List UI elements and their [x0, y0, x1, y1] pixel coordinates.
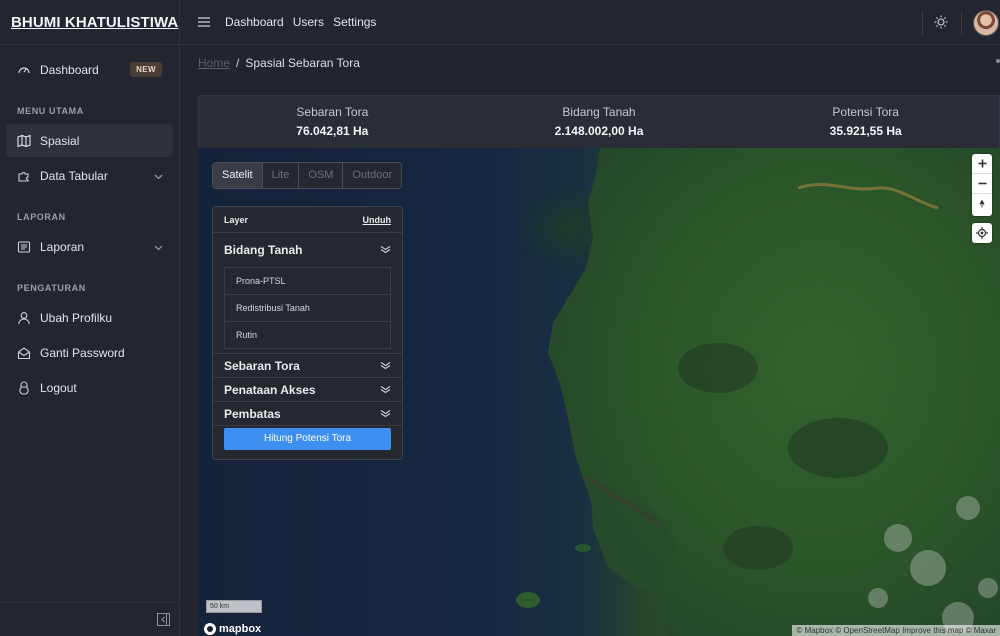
- layer-group-pembatas[interactable]: Pembatas: [213, 402, 402, 426]
- minus-icon: [978, 182, 986, 185]
- breadcrumb-home-link[interactable]: Home: [198, 56, 230, 70]
- basemap-outdoor-button[interactable]: Outdoor: [343, 163, 401, 188]
- breadcrumb-current: Spasial Sebaran Tora: [245, 56, 360, 70]
- compass-button[interactable]: [972, 194, 992, 214]
- compass-icon: [979, 199, 985, 209]
- chevron-down-icon: [154, 170, 163, 184]
- sidebar-item-label: Dashboard: [40, 62, 99, 77]
- sidebar-item-ubah-profil[interactable]: Ubah Profilku: [6, 301, 173, 334]
- report-icon: [17, 240, 31, 254]
- double-chevron-down-icon: [380, 405, 391, 423]
- layer-group-label: Pembatas: [224, 406, 281, 421]
- mapbox-logo[interactable]: mapbox: [204, 623, 261, 635]
- map-scale-bar: 50 km: [206, 600, 262, 613]
- map-icon: [17, 134, 31, 148]
- basemap-switcher: Satelit Lite OSM Outdoor: [212, 162, 403, 189]
- stat-bidang-tanah: Bidang Tanah 2.148.002,00 Ha: [466, 96, 733, 148]
- section-label-laporan: LAPORAN: [17, 212, 66, 222]
- layer-panel-title: Layer: [224, 214, 249, 225]
- layer-item-prona-ptsl[interactable]: Prona-PTSL: [225, 267, 390, 294]
- layer-panel-header: Layer Unduh: [213, 207, 402, 233]
- mapbox-logo-text: mapbox: [219, 623, 262, 635]
- sidebar-item-spasial[interactable]: Spasial: [6, 124, 173, 157]
- new-badge: NEW: [130, 62, 162, 77]
- breadcrumb: Home / Spasial Sebaran Tora: [180, 45, 1000, 81]
- topbar: Dashboard Users Settings: [180, 0, 1000, 45]
- sidebar-footer: [0, 602, 180, 636]
- sidebar-item-data-tabular[interactable]: Data Tabular: [6, 159, 173, 192]
- basemap-satelit-button[interactable]: Satelit: [213, 163, 263, 188]
- top-nav-dashboard[interactable]: Dashboard: [225, 15, 284, 29]
- sidebar: BHUMI KHATULISTIWA Dashboard NEW MENU UT…: [0, 0, 180, 636]
- satellite-map[interactable]: Satelit Lite OSM Outdoor Layer Unduh Bid…: [198, 148, 1000, 636]
- breadcrumb-separator: /: [236, 56, 240, 70]
- geolocate-button[interactable]: [972, 223, 992, 243]
- speedometer-icon: [17, 63, 31, 77]
- sidebar-item-label: Data Tabular: [40, 168, 108, 183]
- stat-value: 76.042,81 Ha: [296, 124, 369, 138]
- layer-group-penataan-akses[interactable]: Penataan Akses: [213, 378, 402, 402]
- puzzle-icon: [17, 169, 31, 183]
- layer-group-label: Bidang Tanah: [224, 243, 303, 257]
- sidebar-item-dashboard[interactable]: Dashboard NEW: [6, 53, 173, 86]
- brand-title[interactable]: BHUMI KHATULISTIWA: [11, 14, 178, 31]
- double-chevron-down-icon: [380, 357, 391, 375]
- layer-group-label: Sebaran Tora: [224, 358, 300, 373]
- stat-value: 2.148.002,00 Ha: [554, 124, 644, 138]
- stat-value: 35.921,55 Ha: [829, 124, 902, 138]
- stat-label: Potensi Tora: [832, 105, 899, 119]
- hitung-potensi-tora-button[interactable]: Hitung Potensi Tora: [224, 428, 391, 450]
- sidebar-item-logout[interactable]: Logout: [6, 371, 173, 404]
- stat-label: Sebaran Tora: [296, 105, 369, 119]
- sidebar-item-label: Spasial: [40, 133, 80, 148]
- top-nav-users[interactable]: Users: [293, 15, 324, 29]
- stats-bar: Sebaran Tora 76.042,81 Ha Bidang Tanah 2…: [198, 95, 1000, 148]
- topbar-divider: [922, 11, 923, 35]
- layer-item-rutin[interactable]: Rutin: [225, 321, 390, 348]
- geolocate-icon: [976, 227, 988, 239]
- zoom-out-button[interactable]: [972, 174, 992, 194]
- top-nav-settings[interactable]: Settings: [333, 15, 376, 29]
- mapbox-logo-icon: [204, 623, 216, 635]
- layer-panel: Layer Unduh Bidang Tanah Prona-PTSL Redi…: [212, 206, 403, 460]
- stat-label: Bidang Tanah: [562, 105, 636, 119]
- layer-group-sebaran-tora[interactable]: Sebaran Tora: [213, 354, 402, 378]
- sun-icon[interactable]: [934, 15, 948, 29]
- brand[interactable]: BHUMI KHATULISTIWA: [0, 0, 179, 45]
- envelope-open-icon: [17, 346, 31, 360]
- zoom-in-button[interactable]: [972, 154, 992, 174]
- avatar[interactable]: [973, 10, 999, 36]
- section-label-pengaturan: PENGATURAN: [17, 283, 86, 293]
- collapse-sidebar-icon[interactable]: [157, 613, 170, 626]
- map-attribution[interactable]: © Mapbox © OpenStreetMap Improve this ma…: [792, 625, 1000, 636]
- topbar-divider: [961, 11, 962, 35]
- hamburger-menu-icon[interactable]: [198, 16, 210, 28]
- stat-sebaran-tora: Sebaran Tora 76.042,81 Ha: [199, 96, 466, 148]
- layer-group-label: Penataan Akses: [224, 382, 316, 397]
- user-icon: [17, 311, 31, 325]
- sidebar-item-label: Logout: [40, 380, 77, 395]
- sidebar-item-label: Ganti Password: [40, 345, 125, 360]
- double-chevron-down-icon: [380, 381, 391, 399]
- sublist-box: Prona-PTSL Redistribusi Tanah Rutin: [224, 267, 391, 349]
- chevron-down-icon: [154, 241, 163, 255]
- basemap-osm-button[interactable]: OSM: [299, 163, 344, 188]
- bidang-tanah-sublist: Prona-PTSL Redistribusi Tanah Rutin: [213, 267, 402, 354]
- more-icon[interactable]: [996, 59, 1000, 63]
- layer-item-redistribusi-tanah[interactable]: Redistribusi Tanah: [225, 294, 390, 321]
- zoom-controls: [972, 154, 992, 216]
- sidebar-item-label: Ubah Profilku: [40, 310, 113, 325]
- lock-icon: [17, 381, 31, 395]
- double-chevron-up-icon: [380, 241, 391, 259]
- plus-icon: [978, 159, 986, 168]
- download-link[interactable]: Unduh: [363, 215, 392, 225]
- sidebar-item-ganti-password[interactable]: Ganti Password: [6, 336, 173, 369]
- section-label-menu-utama: MENU UTAMA: [17, 106, 84, 116]
- sidebar-nav: Dashboard NEW MENU UTAMA Spasial Data Ta…: [0, 45, 179, 404]
- stat-potensi-tora: Potensi Tora 35.921,55 Ha: [732, 96, 999, 148]
- layer-group-bidang-tanah[interactable]: Bidang Tanah: [213, 233, 402, 267]
- basemap-lite-button[interactable]: Lite: [263, 163, 300, 188]
- sidebar-item-laporan[interactable]: Laporan: [6, 230, 173, 263]
- sidebar-item-label: Laporan: [40, 239, 85, 254]
